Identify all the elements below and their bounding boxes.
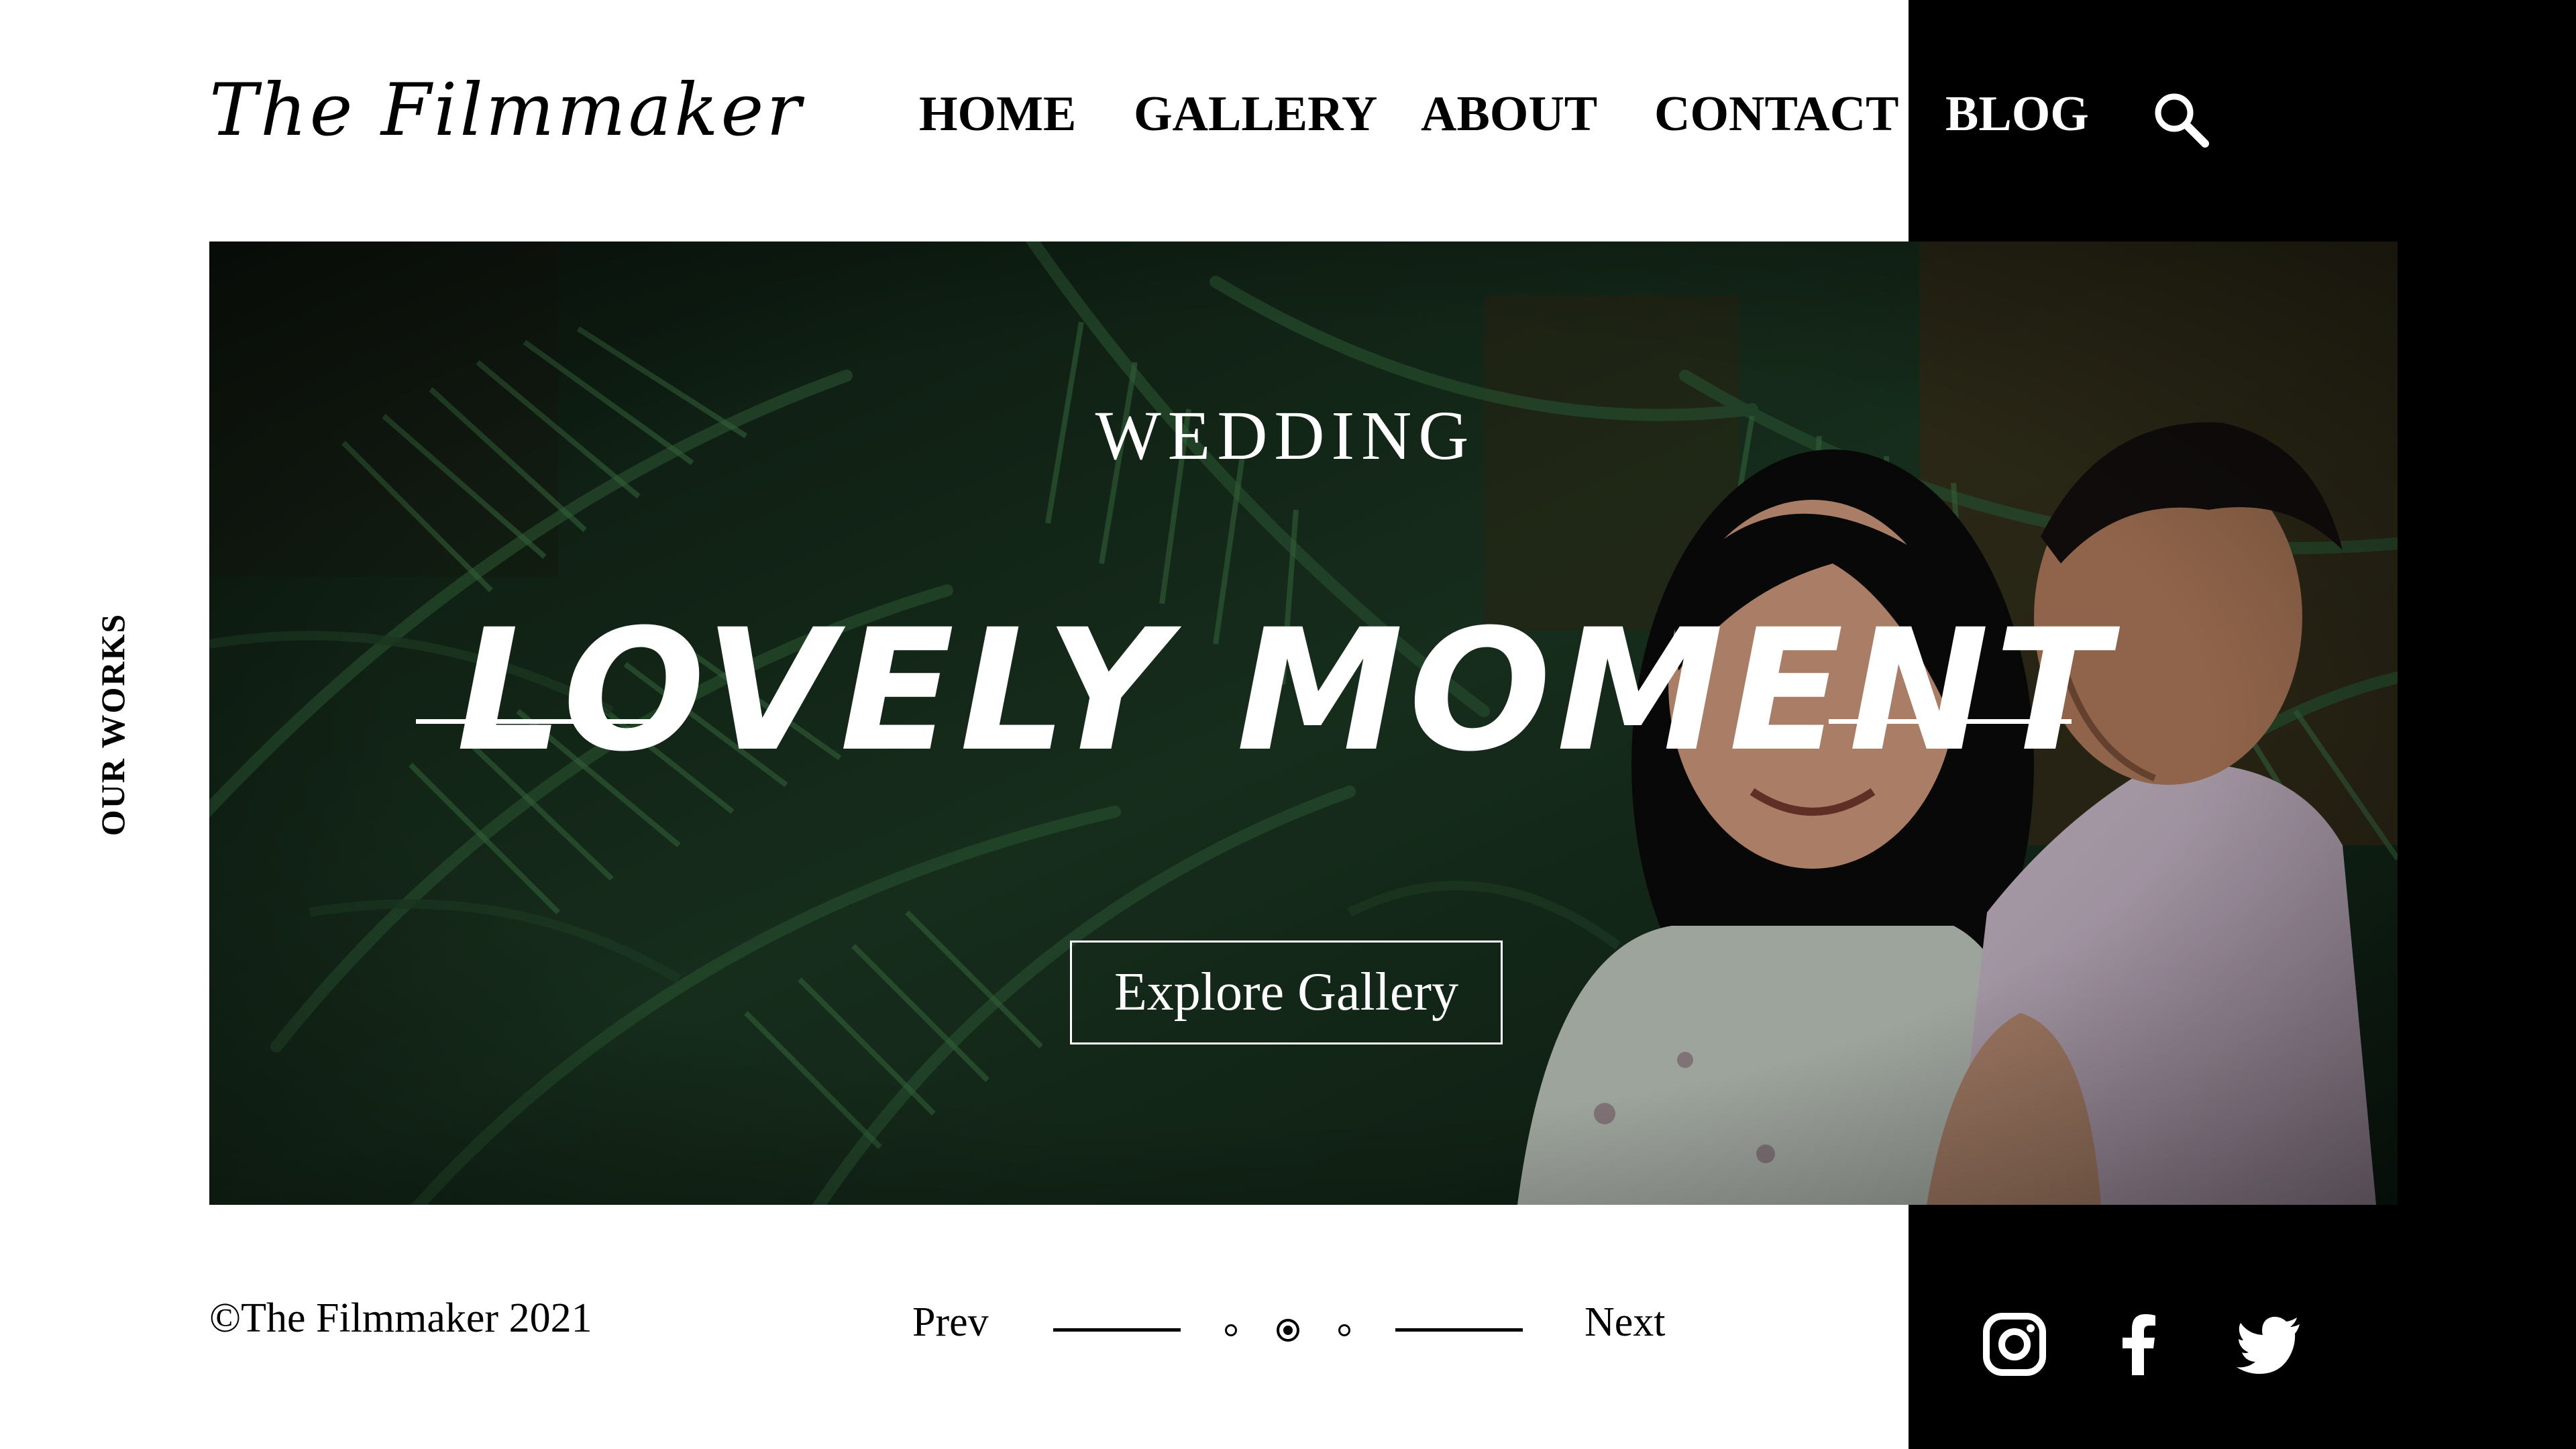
pager-dot-1[interactable] (1225, 1324, 1237, 1336)
hero-headline: LOVELY MOMENT (456, 593, 2114, 788)
pager-dot-3[interactable] (1338, 1324, 1350, 1336)
pager-line-right (1395, 1328, 1523, 1332)
site-logo[interactable]: The Filmmaker (209, 68, 804, 152)
prev-link[interactable]: Prev (912, 1299, 989, 1346)
instagram-icon[interactable] (1981, 1311, 2048, 1378)
nav-blog[interactable]: BLOG (1945, 86, 2089, 143)
explore-gallery-button[interactable]: Explore Gallery (1070, 941, 1503, 1044)
pager-line-left (1053, 1328, 1181, 1332)
nav-gallery[interactable]: GALLERY (1134, 86, 1377, 143)
nav-contact[interactable]: CONTACT (1654, 86, 1899, 143)
search-icon[interactable] (2150, 89, 2210, 149)
hero-banner: WEDDING LOVELY MOMENT Explore Gallery (209, 241, 2398, 1205)
nav-about[interactable]: ABOUT (1421, 86, 1597, 143)
facebook-icon[interactable] (2106, 1311, 2174, 1378)
active-dot-fill (1283, 1326, 1293, 1335)
twitter-icon[interactable] (2235, 1311, 2302, 1378)
next-link[interactable]: Next (1585, 1299, 1666, 1346)
nav-home[interactable]: HOME (919, 86, 1076, 143)
copyright-text: ©The Filmmaker 2021 (209, 1295, 592, 1341)
hero-category: WEDDING (1095, 397, 1476, 474)
headline-right-rule (1829, 719, 2072, 724)
hero-overlay: WEDDING LOVELY MOMENT Explore Gallery (209, 241, 2398, 1205)
pager-dot-2-active[interactable] (1277, 1319, 1299, 1342)
our-works-label: OUR WORKS (94, 612, 131, 837)
